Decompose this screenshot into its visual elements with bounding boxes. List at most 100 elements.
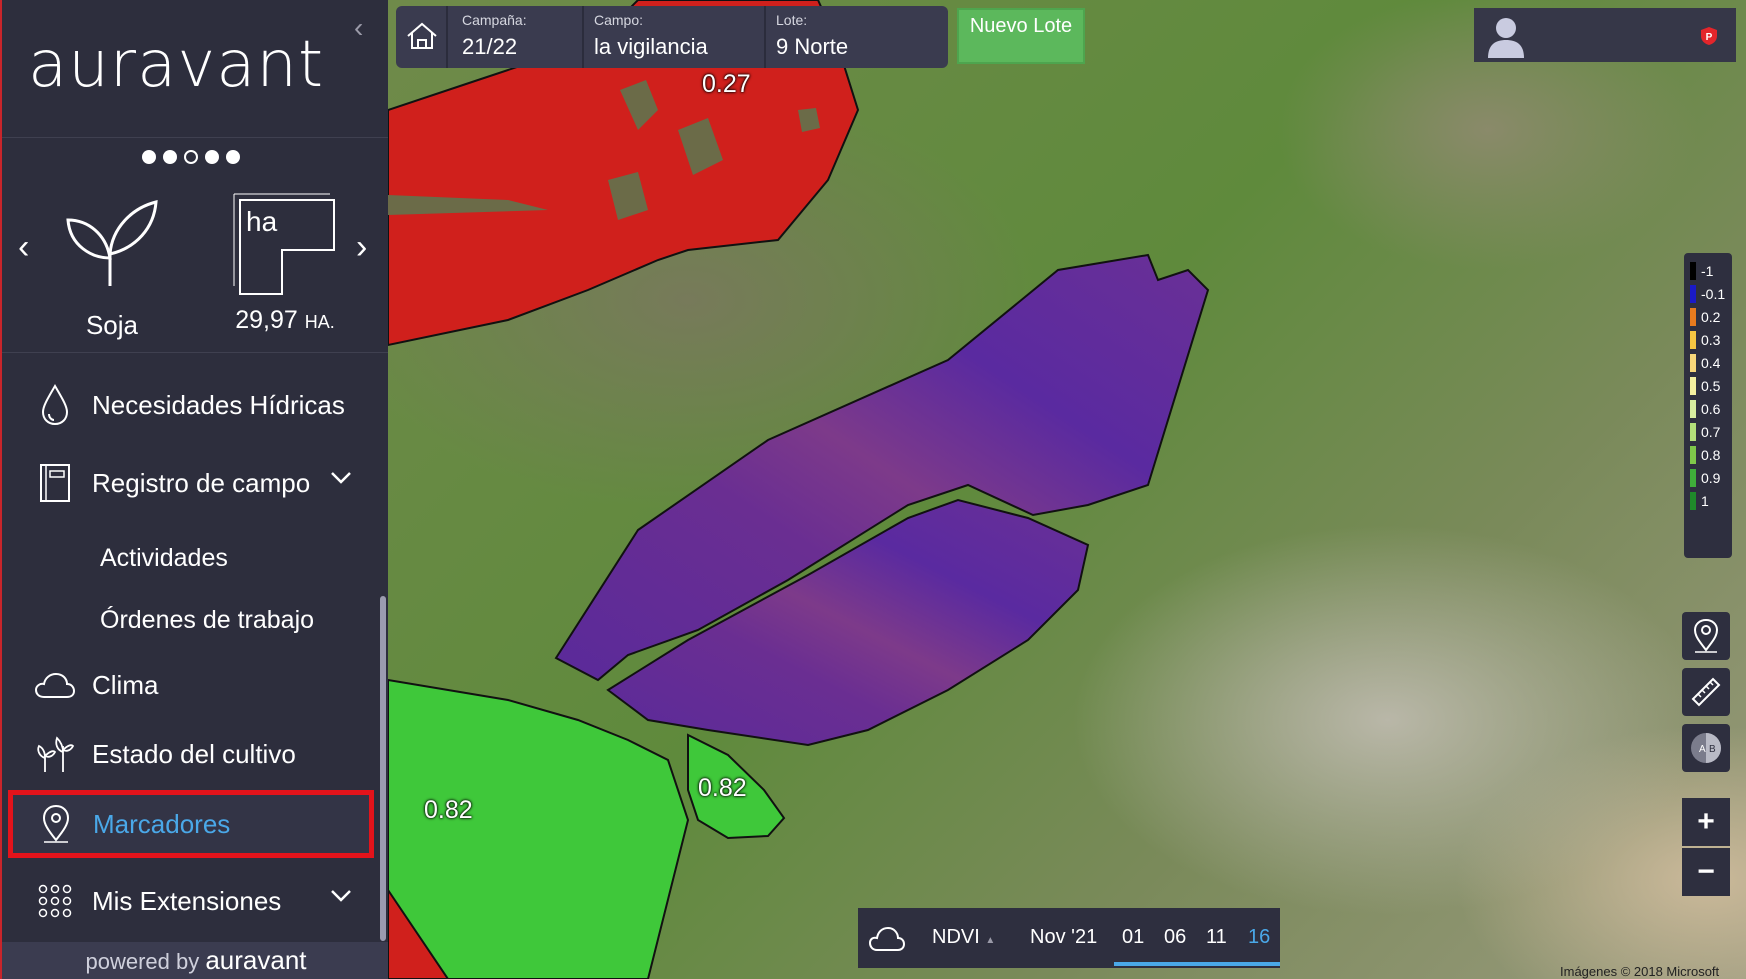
divider [2,137,388,138]
nuevo-lote-button[interactable]: Nuevo Lote [957,8,1085,64]
legend-entry: 0.3 [1690,328,1720,351]
legend-entry: 0.6 [1690,397,1720,420]
prev-arrow-icon[interactable]: ‹ [18,228,29,267]
campana-key: Campaña: [462,12,527,28]
measure-tool-button[interactable] [1682,668,1730,716]
carousel-dots [142,150,240,164]
menu-registro-de-campo[interactable]: Registro de campo [2,453,388,513]
legend-label: -0.1 [1701,285,1726,302]
next-arrow-icon[interactable]: › [356,228,367,267]
compare-tool-button[interactable]: AB [1682,724,1730,772]
timeline-bar: NDVI ▲ Nov '21 01 06 11 16 [858,908,1280,968]
powered-prefix: powered by [85,949,200,974]
chevron-down-icon[interactable] [330,889,352,903]
collapse-sidebar-icon[interactable]: ‹ [354,12,363,44]
legend-entry: 0.4 [1690,351,1720,374]
menu-label: Registro de campo [92,467,311,498]
menu-necesidades-hidricas[interactable]: Necesidades Hídricas [2,375,388,435]
caret-up-icon: ▲ [985,935,996,946]
carousel-dot[interactable] [163,150,177,164]
legend-entry: 0.9 [1690,466,1720,489]
day-16[interactable]: 16 [1248,926,1270,949]
legend-swatch [1690,261,1696,280]
legend-entry: -0.1 [1690,282,1725,305]
legend-entry: 0.8 [1690,443,1720,466]
campana-value: 21/22 [462,34,518,59]
carousel-dot[interactable] [205,150,219,164]
zoom-in-button[interactable]: + [1682,798,1730,846]
submenu-ordenes-de-trabajo[interactable]: Órdenes de trabajo [100,606,314,635]
carousel-dot[interactable] [226,150,240,164]
svg-text:P: P [1706,32,1713,43]
chevron-down-icon[interactable] [330,471,352,485]
legend-swatch [1690,353,1696,372]
legend-label: 0.2 [1701,308,1721,325]
crop-name: Soja [85,310,139,340]
month-selector[interactable]: Nov '21 [1030,926,1097,949]
active-day-underline [1114,962,1280,966]
menu-label: Necesidades Hídricas [92,389,345,420]
water-drop-icon [30,384,80,426]
map-canvas[interactable]: 0.27 0.82 0.82 [388,0,1746,979]
layer-name: NDVI [932,926,980,948]
menu-mis-extensiones[interactable]: Mis Extensiones [2,871,388,931]
legend-label: 0.9 [1701,469,1721,486]
zoom-out-button[interactable]: − [1682,848,1730,896]
legend-entry: 0.5 [1690,374,1720,397]
legend-swatch [1690,307,1696,326]
svg-text:A: A [1699,744,1706,755]
divider [582,6,584,68]
day-11[interactable]: 11 [1206,926,1227,949]
notification-badge-icon[interactable]: P [1700,26,1718,46]
ndvi-value-label: 0.82 [424,796,473,824]
legend-swatch [1690,330,1696,349]
user-avatar-icon[interactable] [1486,14,1526,58]
menu-label: Marcadores [93,808,231,839]
menu-estado-del-cultivo[interactable]: Estado del cultivo [2,724,388,784]
legend-entry: 0.2 [1690,305,1720,328]
carousel-dot[interactable] [142,150,156,164]
home-icon[interactable] [404,18,440,54]
divider [2,352,388,353]
cloud-icon[interactable] [868,926,906,952]
map-copyright: Imágenes © 2018 Microsoft [1560,964,1720,979]
legend-swatch [1690,376,1696,395]
submenu-actividades[interactable]: Actividades [100,544,228,573]
user-panel[interactable]: P [1474,8,1736,62]
carousel-dot-active[interactable] [184,150,198,164]
campo-value: la vigilancia [594,34,708,59]
map-pin-icon [31,804,81,844]
lot-selector-bar: Campaña: 21/22 Campo: la vigilancia Lote… [396,6,948,68]
area-value: 29,97 HA. [220,306,350,335]
menu-clima[interactable]: Clima [2,655,388,715]
menu-marcadores[interactable]: Marcadores [8,790,374,858]
ndvi-value-label: 0.82 [698,774,747,802]
legend-entry: 0.7 [1690,420,1720,443]
legend-label: -1 [1701,262,1714,279]
field-polygon-green-large[interactable] [388,678,690,979]
campana-selector[interactable]: Campaña: 21/22 [462,12,527,60]
menu-label: Estado del cultivo [92,738,296,769]
campo-key: Campo: [594,12,644,28]
notebook-icon [30,463,80,503]
marker-tool-button[interactable] [1682,612,1730,660]
sidebar: auravant ‹ ‹ › Soja ha 29,97 HA. Necesid… [0,0,388,979]
lote-key: Lote: [776,12,808,28]
ruler-icon [1691,677,1721,707]
sidebar-scrollbar[interactable] [380,596,386,941]
layer-selector[interactable]: NDVI ▲ [932,926,995,949]
campo-selector[interactable]: Campo: la vigilancia [594,12,708,60]
map-pin-icon [1693,618,1719,653]
day-06[interactable]: 06 [1164,926,1186,949]
ndvi-value-label: 0.27 [702,70,751,98]
legend-swatch [1690,468,1696,487]
divider [764,6,766,68]
day-01[interactable]: 01 [1122,926,1144,949]
legend-entry: 1 [1690,489,1709,512]
legend-label: 0.3 [1701,331,1721,348]
legend-label: 0.5 [1701,377,1721,394]
legend-label: 1 [1701,492,1709,509]
lote-selector[interactable]: Lote: 9 Norte [776,12,848,60]
plant-icon [66,200,158,286]
grid-icon [30,881,80,921]
